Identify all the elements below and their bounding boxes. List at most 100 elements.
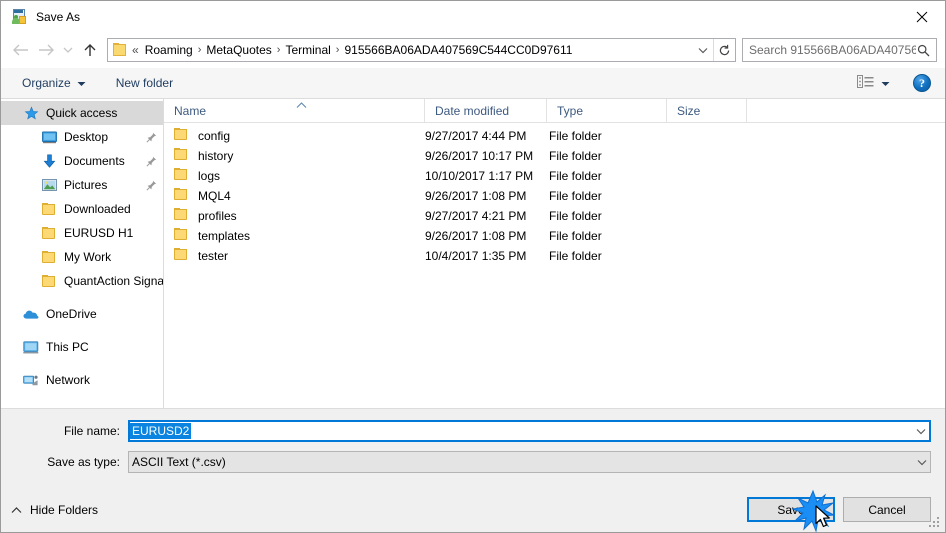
monitor-icon (41, 129, 57, 145)
sidebar-item-label: Pictures (64, 178, 108, 192)
table-row[interactable]: MQL4 9/26/2017 1:08 PM File folder (164, 186, 945, 206)
sidebar-item-label: EURUSD H1 (64, 226, 134, 240)
breadcrumb-separator-icon[interactable]: › (334, 44, 342, 56)
sidebar-item-downloaded[interactable]: Downloaded (1, 197, 163, 221)
save-as-type-label: Save as type: (47, 455, 120, 469)
file-type: File folder (549, 209, 602, 223)
new-folder-button[interactable]: New folder (109, 73, 180, 93)
breadcrumb-separator-icon[interactable]: › (196, 44, 204, 56)
sidebar-item-label: Desktop (64, 130, 109, 144)
sidebar-item-this-pc[interactable]: This PC (1, 335, 163, 359)
sidebar-item-documents[interactable]: Documents (1, 149, 163, 173)
table-row[interactable]: logs 10/10/2017 1:17 PM File folder (164, 166, 945, 186)
search-input[interactable]: Search 915566BA06ADA40756... (742, 38, 937, 62)
column-label: Size (677, 103, 701, 118)
toolbar-right-group: ? (852, 72, 935, 94)
breadcrumb-separator-icon[interactable]: › (275, 44, 283, 56)
folder-icon (174, 228, 189, 244)
sidebar-item-desktop[interactable]: Desktop (1, 125, 163, 149)
column-header-date-modified[interactable]: Date modified (425, 99, 547, 122)
organize-button[interactable]: Organize (15, 73, 93, 93)
address-dropdown-icon[interactable] (693, 39, 713, 61)
file-list-pane: Name Date modified Type Size config 9/27… (164, 99, 945, 408)
sidebar-item-label: This PC (46, 340, 89, 354)
file-name: config (198, 129, 231, 143)
breadcrumb-overflow[interactable]: « (131, 43, 142, 57)
breadcrumb-item-roaming[interactable]: Roaming (142, 43, 196, 57)
up-icon[interactable] (77, 37, 103, 63)
file-rows: config 9/27/2017 4:44 PM File folder his… (164, 123, 945, 408)
table-row[interactable]: profiles 9/27/2017 4:21 PM File folder (164, 206, 945, 226)
column-label: Date modified (435, 103, 510, 118)
file-date: 10/10/2017 1:17 PM (425, 169, 534, 183)
pin-icon[interactable] (146, 132, 157, 143)
breadcrumb-item-terminal-id[interactable]: 915566BA06ADA407569C544CC0D97611 (341, 43, 575, 57)
cloud-icon (23, 306, 39, 322)
column-header-type[interactable]: Type (547, 99, 667, 122)
sidebar-item-network[interactable]: Network (1, 368, 163, 392)
picture-icon (41, 177, 57, 193)
chevron-up-icon (11, 503, 22, 517)
hide-folders-button[interactable]: Hide Folders (11, 503, 98, 517)
breadcrumb: « Roaming › MetaQuotes › Terminal › 9155… (131, 43, 693, 57)
sidebar-item-label: QuantAction Signal (64, 274, 164, 288)
save-button[interactable]: Save (747, 497, 835, 522)
folder-icon (112, 43, 128, 57)
breadcrumb-item-metaquotes[interactable]: MetaQuotes (203, 43, 274, 57)
folder-icon (174, 208, 189, 224)
table-row[interactable]: history 9/26/2017 10:17 PM File folder (164, 146, 945, 166)
cancel-button[interactable]: Cancel (843, 497, 931, 522)
file-name-row: File name: EURUSD2 (1, 418, 945, 444)
folder-icon (41, 249, 57, 265)
pin-icon[interactable] (146, 156, 157, 167)
forward-icon[interactable] (33, 37, 59, 63)
file-name-chevron-down-icon[interactable] (912, 422, 929, 440)
sidebar-item-quantaction-signal[interactable]: QuantAction Signal (1, 269, 163, 293)
help-icon[interactable]: ? (913, 74, 931, 92)
sidebar-item-label: My Work (64, 250, 112, 264)
file-date: 9/27/2017 4:44 PM (425, 129, 527, 143)
folder-icon (41, 201, 57, 217)
column-header-size[interactable]: Size (667, 99, 747, 122)
sidebar-item-pictures[interactable]: Pictures (1, 173, 163, 197)
address-bar[interactable]: « Roaming › MetaQuotes › Terminal › 9155… (107, 38, 736, 62)
save-as-type-value: ASCII Text (*.csv) (132, 455, 226, 469)
column-header-name[interactable]: Name (164, 99, 425, 122)
file-type: File folder (549, 249, 602, 263)
file-name-cell: logs (164, 168, 425, 184)
folder-icon (174, 188, 189, 204)
refresh-icon[interactable] (713, 39, 735, 61)
sort-ascending-icon (296, 98, 307, 112)
chevron-down-icon (77, 76, 86, 90)
back-icon[interactable] (7, 37, 33, 63)
file-type: File folder (549, 129, 602, 143)
table-row[interactable]: config 9/27/2017 4:44 PM File folder (164, 126, 945, 146)
search-placeholder: Search 915566BA06ADA40756... (749, 43, 916, 57)
pin-icon[interactable] (146, 180, 157, 191)
sidebar-item-label: Quick access (46, 106, 118, 120)
sidebar-item-my-work[interactable]: My Work (1, 245, 163, 269)
new-folder-label: New folder (115, 76, 174, 90)
column-label: Type (557, 103, 584, 118)
sidebar-item-quick-access[interactable]: Quick access (1, 101, 163, 125)
sidebar-item-eurusd-h1[interactable]: EURUSD H1 (1, 221, 163, 245)
recent-locations-icon[interactable] (59, 37, 77, 63)
file-name: MQL4 (198, 189, 231, 203)
close-icon[interactable] (899, 1, 945, 32)
file-date: 9/26/2017 1:08 PM (425, 189, 527, 203)
file-name-value: EURUSD2 (130, 423, 192, 439)
sidebar-item-onedrive[interactable]: OneDrive (1, 302, 163, 326)
save-as-type-select[interactable]: ASCII Text (*.csv) (128, 451, 931, 473)
search-icon (916, 44, 930, 57)
change-view-button[interactable] (852, 72, 895, 94)
table-row[interactable]: templates 9/26/2017 1:08 PM File folder (164, 226, 945, 246)
button-row: Hide Folders Save Cancel (1, 487, 945, 533)
save-as-dialog: Save As « Roaming › MetaQuotes › Termina… (0, 0, 946, 533)
dialog-footer: File name: EURUSD2 Save as type: ASCII T… (1, 409, 945, 533)
resize-grip[interactable] (929, 517, 941, 529)
save-as-type-chevron-down-icon[interactable] (913, 452, 930, 472)
save-as-icon (11, 8, 27, 25)
file-name-input[interactable]: EURUSD2 (128, 420, 931, 442)
table-row[interactable]: tester 10/4/2017 1:35 PM File folder (164, 246, 945, 266)
breadcrumb-item-terminal[interactable]: Terminal (282, 43, 333, 57)
